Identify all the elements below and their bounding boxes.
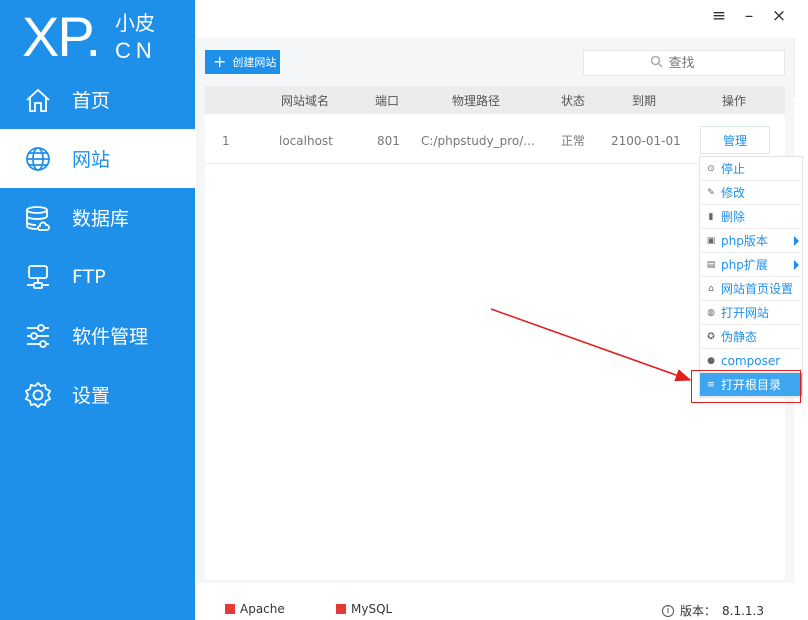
logo-chinese: 小皮 [115, 11, 155, 35]
cell-expiry: 2100-01-01 [611, 133, 681, 148]
menu-item-label: php版本 [721, 234, 768, 248]
sidebar-item-label: 数据库 [72, 208, 130, 230]
column-header-expiry[interactable]: 到期 [632, 86, 656, 114]
apache-label: Apache [240, 602, 285, 616]
menu-item-php-version[interactable]: ▣ php版本 [700, 229, 802, 253]
window-edge [794, 38, 808, 98]
menu-item-delete[interactable]: ▮ 删除 [700, 205, 802, 229]
create-website-label: 创建网站 [232, 56, 277, 69]
home-settings-icon: ⌂ [708, 283, 714, 294]
menu-item-rewrite[interactable]: ✪ 伪静态 [700, 325, 802, 349]
php-version-icon: ▣ [706, 235, 716, 246]
database-icon [24, 204, 52, 232]
menu-item-label: 打开网站 [721, 306, 770, 320]
cell-index: 1 [222, 133, 230, 148]
search-input[interactable] [668, 55, 719, 71]
folder-list-icon: ≡ [707, 379, 715, 390]
menu-item-edit[interactable]: ✎ 修改 [700, 181, 802, 205]
sidebar-item-database[interactable]: 数据库 [0, 188, 195, 247]
menu-item-composer[interactable]: ● composer [700, 349, 802, 373]
rewrite-icon: ✪ [707, 331, 715, 342]
window-controls: ≡ – × [710, 6, 788, 26]
version-info: i 版本： 8.1.1.3 [662, 602, 764, 619]
table-row[interactable]: 1 localhost 801 C:/phpstudy_pro/... 正常 2… [205, 118, 785, 164]
menu-item-homepage-settings[interactable]: ⌂ 网站首页设置 [700, 277, 802, 301]
sliders-icon [24, 322, 52, 350]
menu-item-php-extension[interactable]: ▤ php扩展 [700, 253, 802, 277]
cell-port: 801 [377, 133, 400, 148]
mysql-status-indicator [336, 604, 346, 614]
status-bar: Apache MySQL i 版本： 8.1.1.3 [196, 598, 808, 620]
logo: XP. 小皮 CN [22, 4, 192, 74]
search-box[interactable] [583, 50, 785, 76]
submenu-arrow-icon [794, 260, 799, 270]
sidebar-item-home[interactable]: 首页 [0, 70, 195, 129]
column-header-domain[interactable]: 网站域名 [281, 86, 329, 114]
menu-item-stop[interactable]: ⊙ 停止 [700, 157, 802, 181]
ftp-icon [24, 263, 52, 291]
home-icon [24, 86, 52, 114]
menu-icon[interactable]: ≡ [710, 6, 728, 26]
globe-icon [24, 145, 52, 173]
submenu-arrow-icon [794, 236, 799, 246]
cell-domain: localhost [279, 133, 333, 148]
menu-item-label: 打开根目录 [721, 378, 782, 392]
sidebar-item-website[interactable]: 网站 [0, 129, 195, 188]
version-label: 版本： [680, 604, 717, 618]
trash-icon: ▮ [708, 211, 714, 222]
menu-item-label: 修改 [721, 186, 746, 200]
cell-path: C:/phpstudy_pro/... [421, 133, 535, 148]
sidebar: XP. 小皮 CN 首页 网站 数据库 FTP 软件管理 设置 [0, 0, 195, 620]
sidebar-item-label: 首页 [72, 90, 111, 112]
sidebar-item-settings[interactable]: 设置 [0, 365, 195, 424]
menu-item-label: 伪静态 [721, 330, 758, 344]
close-icon[interactable]: × [770, 6, 788, 26]
logo-cn: CN [115, 38, 157, 63]
manage-dropdown-menu: ⊙ 停止 ✎ 修改 ▮ 删除 ▣ php版本 ▤ php扩展 ⌂ 网站首页设置 … [699, 156, 803, 398]
search-icon [650, 55, 663, 72]
php-extension-icon: ▤ [706, 259, 716, 270]
gear-icon [24, 381, 52, 409]
version-number: 8.1.1.3 [722, 603, 764, 618]
menu-item-open-site[interactable]: ◍ 打开网站 [700, 301, 802, 325]
sidebar-item-label: FTP [72, 265, 106, 288]
menu-item-label: 停止 [721, 162, 746, 176]
menu-item-open-root-directory[interactable]: ≡ 打开根目录 [700, 373, 802, 397]
plus-icon: + [213, 52, 227, 71]
column-header-port[interactable]: 端口 [375, 86, 399, 114]
sidebar-item-label: 软件管理 [72, 326, 149, 348]
menu-item-label: php扩展 [721, 258, 768, 272]
menu-item-label: 网站首页设置 [721, 282, 794, 296]
composer-icon: ● [707, 355, 715, 366]
table-header: 网站域名 端口 物理路径 状态 到期 操作 [205, 86, 785, 114]
apache-status[interactable]: Apache [225, 602, 285, 616]
sidebar-nav: 首页 网站 数据库 FTP 软件管理 设置 [0, 70, 195, 424]
column-header-action: 操作 [722, 93, 747, 108]
minimize-icon[interactable]: – [740, 6, 758, 26]
sidebar-item-ftp[interactable]: FTP [0, 247, 195, 306]
logo-xp: XP. [22, 5, 101, 68]
menu-item-label: 删除 [721, 210, 746, 224]
stop-icon: ⊙ [707, 163, 715, 174]
create-website-button[interactable]: + 创建网站 [205, 50, 280, 74]
cell-status: 正常 [561, 134, 586, 148]
manage-button[interactable]: 管理 [700, 126, 770, 154]
edit-icon: ✎ [707, 187, 715, 198]
column-header-path[interactable]: 物理路径 [452, 86, 500, 114]
open-site-icon: ◍ [707, 307, 715, 318]
mysql-status[interactable]: MySQL [336, 602, 392, 616]
column-header-status[interactable]: 状态 [561, 86, 585, 114]
mysql-label: MySQL [351, 602, 393, 616]
sidebar-item-label: 网站 [72, 149, 111, 171]
sidebar-item-software[interactable]: 软件管理 [0, 306, 195, 365]
info-icon: i [662, 604, 674, 617]
menu-item-label: composer [721, 353, 781, 368]
sidebar-item-label: 设置 [72, 385, 111, 407]
apache-status-indicator [225, 604, 235, 614]
